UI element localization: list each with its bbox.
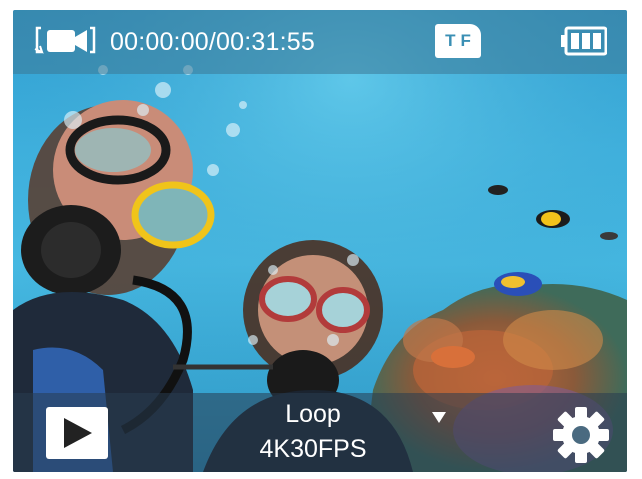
status-bar: 00:00:00/00:31:55 TF [13, 10, 627, 74]
recording-time: 00:00:00/00:31:55 [110, 28, 315, 56]
mode-label[interactable]: Loop [243, 400, 383, 429]
tf-card-icon: TF [435, 24, 481, 58]
camera-preview-screen: 00:00:00/00:31:55 TF Loop 4K30FPS [13, 10, 627, 472]
battery-full-icon [561, 26, 607, 56]
loop-video-icon [34, 26, 96, 54]
playback-button[interactable] [46, 407, 108, 459]
caret-down-icon[interactable] [432, 412, 446, 424]
gear-icon[interactable] [552, 406, 610, 464]
play-icon [64, 418, 92, 448]
resolution-label[interactable]: 4K30FPS [233, 435, 393, 464]
